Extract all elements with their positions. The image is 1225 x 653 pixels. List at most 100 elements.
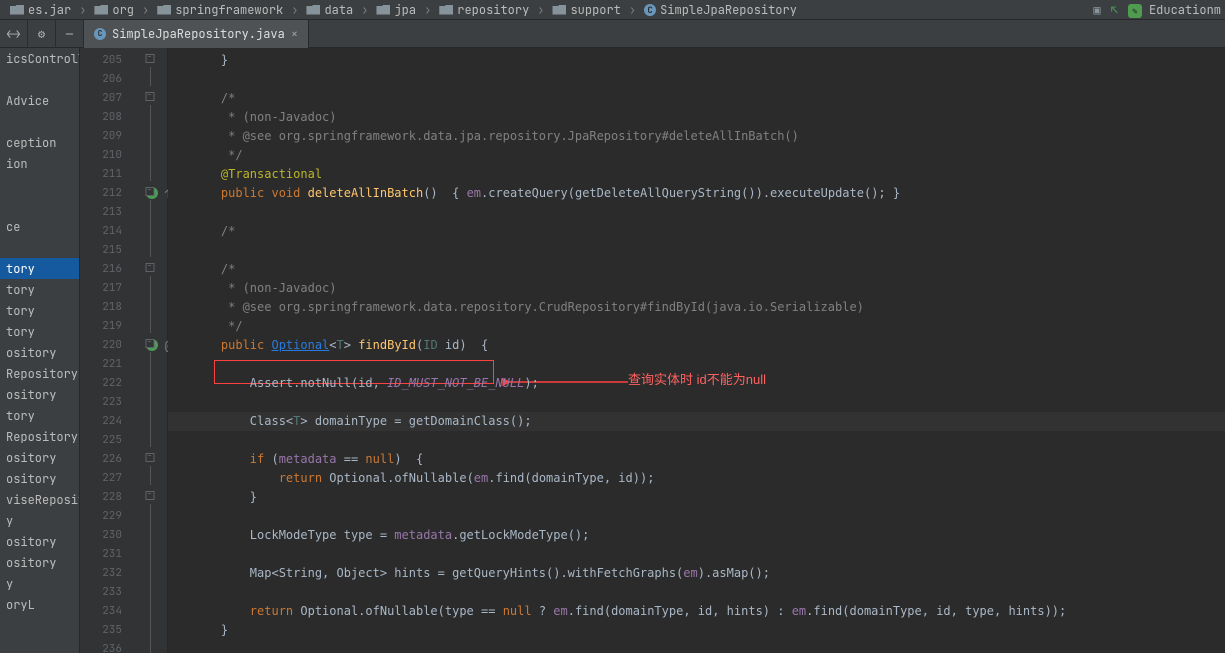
fold-handle[interactable] (132, 466, 167, 485)
minimize-icon[interactable]: — (56, 20, 84, 48)
breadcrumb-item[interactable]: springframework (151, 2, 289, 18)
sidebar-item[interactable]: icsController (0, 48, 79, 69)
breadcrumb-item[interactable]: CSimpleJpaRepository (638, 2, 803, 18)
sidebar-item[interactable]: ository (0, 531, 79, 552)
code-line[interactable]: } (168, 51, 1225, 70)
sidebar-item[interactable]: Repository (0, 426, 79, 447)
fold-handle[interactable] (132, 371, 167, 390)
breadcrumb-item[interactable]: jpa (370, 2, 422, 18)
code-line[interactable]: * (non-Javadoc) (168, 108, 1225, 127)
fold-handle[interactable] (132, 618, 167, 637)
sidebar-item[interactable]: tory (0, 300, 79, 321)
code-line[interactable] (168, 545, 1225, 564)
sidebar-item[interactable]: y (0, 573, 79, 594)
fold-handle[interactable] (132, 409, 167, 428)
code-line[interactable] (168, 355, 1225, 374)
collapse-icon[interactable]: ⟷ (0, 20, 28, 48)
fold-handle[interactable] (132, 352, 167, 371)
sidebar-item[interactable]: ce (0, 216, 79, 237)
code-line[interactable] (168, 507, 1225, 526)
code-line[interactable]: } (168, 488, 1225, 507)
fold-handle[interactable] (132, 333, 167, 352)
fold-handle[interactable] (132, 504, 167, 523)
code-line[interactable]: /* (168, 89, 1225, 108)
sidebar-item[interactable]: ository (0, 552, 79, 573)
fold-handle[interactable] (132, 599, 167, 618)
code-line[interactable]: */ (168, 317, 1225, 336)
fold-handle[interactable] (132, 257, 167, 276)
project-tree[interactable]: icsControllerAdviceceptionioncetorytoryt… (0, 48, 80, 653)
close-icon[interactable]: × (291, 26, 298, 42)
code-line[interactable]: * (non-Javadoc) (168, 279, 1225, 298)
build-icon[interactable]: ▣ (1093, 2, 1100, 18)
sidebar-item[interactable]: tory (0, 258, 79, 279)
code-line[interactable] (168, 640, 1225, 653)
fold-gutter[interactable] (132, 48, 168, 653)
code-line[interactable] (168, 70, 1225, 89)
code-line[interactable]: LockModeType type = metadata.getLockMode… (168, 526, 1225, 545)
fold-handle[interactable] (132, 67, 167, 86)
edu-badge[interactable]: ✎ Educationm (1128, 2, 1221, 18)
sidebar-item[interactable] (0, 237, 79, 258)
sidebar-item[interactable]: ository (0, 384, 79, 405)
code-line[interactable]: Class<T> domainType = getDomainClass(); (168, 412, 1225, 431)
code-line[interactable]: public void deleteAllInBatch() { em.crea… (168, 184, 1225, 203)
fold-handle[interactable] (132, 580, 167, 599)
fold-handle[interactable] (132, 447, 167, 466)
back-icon[interactable]: ↖ (1111, 2, 1118, 18)
fold-handle[interactable] (132, 390, 167, 409)
fold-handle[interactable] (132, 238, 167, 257)
sidebar-item[interactable] (0, 195, 79, 216)
sidebar-item[interactable]: ion (0, 153, 79, 174)
fold-handle[interactable] (132, 276, 167, 295)
fold-handle[interactable] (132, 124, 167, 143)
fold-handle[interactable] (132, 561, 167, 580)
code-line[interactable]: /* (168, 222, 1225, 241)
code-line[interactable]: Assert.notNull(id, ID_MUST_NOT_BE_NULL); (168, 374, 1225, 393)
code-line[interactable] (168, 203, 1225, 222)
code-line[interactable]: * @see org.springframework.data.jpa.repo… (168, 127, 1225, 146)
fold-handle[interactable] (132, 523, 167, 542)
fold-handle[interactable] (132, 428, 167, 447)
fold-handle[interactable] (132, 542, 167, 561)
code-line[interactable]: * @see org.springframework.data.reposito… (168, 298, 1225, 317)
fold-handle[interactable] (132, 143, 167, 162)
code-line[interactable]: } (168, 621, 1225, 640)
fold-handle[interactable] (132, 181, 167, 200)
gear-icon[interactable]: ⚙ (28, 20, 56, 48)
sidebar-item[interactable]: Advice (0, 90, 79, 111)
breadcrumb-item[interactable]: repository (433, 2, 535, 18)
fold-handle[interactable] (132, 295, 167, 314)
code-editor[interactable]: 查询实体时 id不能为null } /* * (non-Javadoc) * @… (168, 48, 1225, 653)
code-line[interactable]: return Optional.ofNullable(em.find(domai… (168, 469, 1225, 488)
fold-handle[interactable] (132, 162, 167, 181)
fold-handle[interactable] (132, 86, 167, 105)
editor-tab[interactable]: C SimpleJpaRepository.java × (84, 20, 309, 48)
breadcrumb-item[interactable]: data (300, 2, 359, 18)
fold-handle[interactable] (132, 219, 167, 238)
sidebar-item[interactable]: Repository (0, 363, 79, 384)
code-line[interactable] (168, 241, 1225, 260)
code-line[interactable]: @Transactional (168, 165, 1225, 184)
code-line[interactable]: if (metadata == null) { (168, 450, 1225, 469)
sidebar-item[interactable] (0, 69, 79, 90)
code-line[interactable] (168, 393, 1225, 412)
breadcrumb-item[interactable]: support (546, 2, 626, 18)
sidebar-item[interactable]: ository (0, 447, 79, 468)
sidebar-item[interactable] (0, 174, 79, 195)
fold-handle[interactable] (132, 48, 167, 67)
code-line[interactable] (168, 583, 1225, 602)
code-line[interactable]: */ (168, 146, 1225, 165)
fold-handle[interactable] (132, 485, 167, 504)
code-line[interactable]: return Optional.ofNullable(type == null … (168, 602, 1225, 621)
breadcrumb-item[interactable]: org (88, 2, 140, 18)
fold-handle[interactable] (132, 105, 167, 124)
code-line[interactable] (168, 431, 1225, 450)
sidebar-item[interactable]: ception (0, 132, 79, 153)
sidebar-item[interactable]: tory (0, 405, 79, 426)
sidebar-item[interactable]: tory (0, 279, 79, 300)
sidebar-item[interactable]: tory (0, 321, 79, 342)
sidebar-item[interactable]: oryL (0, 594, 79, 615)
sidebar-item[interactable]: ository (0, 468, 79, 489)
code-line[interactable]: /* (168, 260, 1225, 279)
